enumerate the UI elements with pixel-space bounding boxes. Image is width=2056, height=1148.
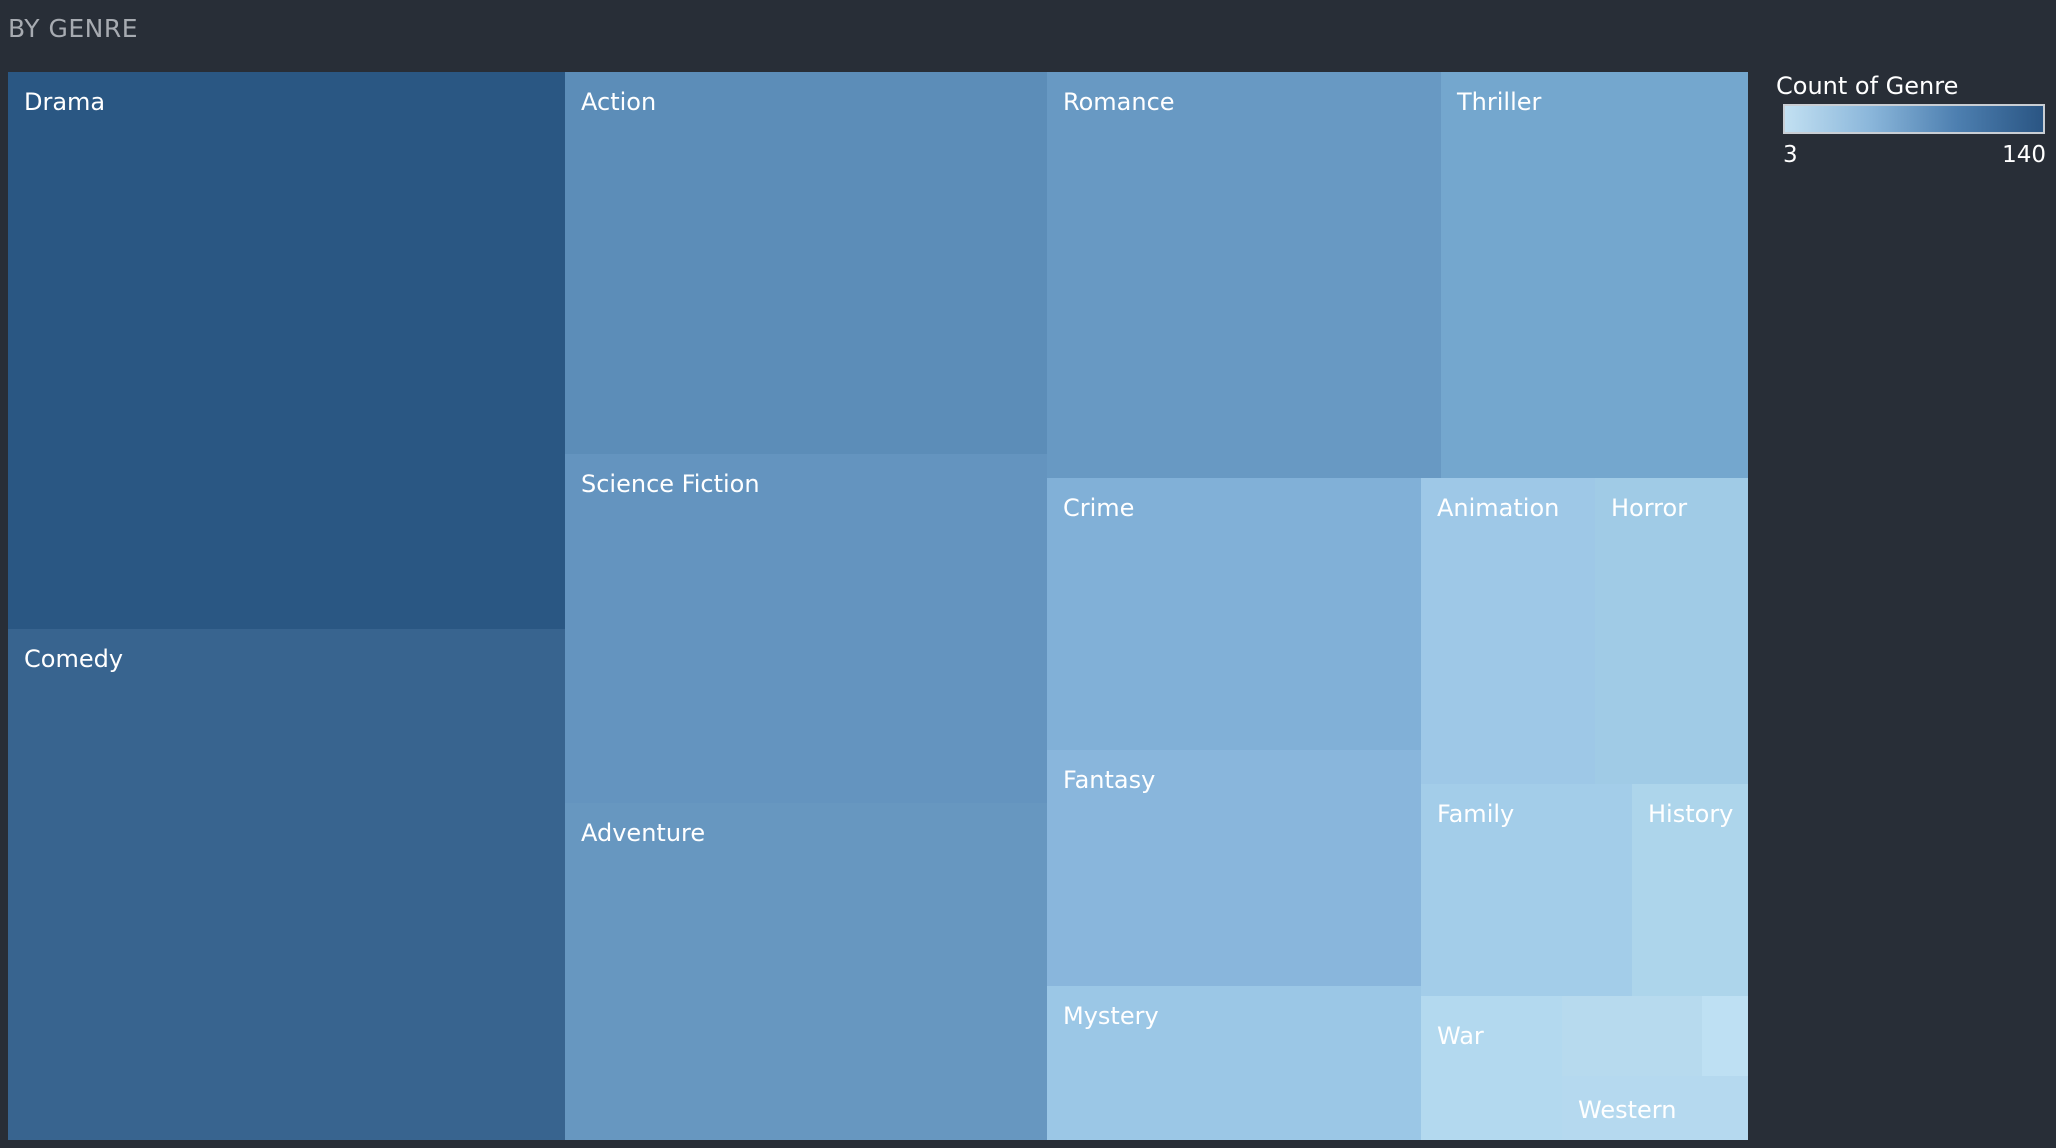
treemap-tile-label: Crime (1063, 494, 1135, 522)
legend-max-label: 140 (2002, 142, 2046, 168)
treemap-tile-label: Science Fiction (581, 470, 760, 498)
treemap-tile-comedy[interactable]: Comedy (8, 629, 565, 1140)
treemap: Drama Comedy Action Science Fiction Adventur… (8, 72, 1748, 1140)
treemap-tile-label: Family (1437, 800, 1515, 828)
treemap-tile-thriller[interactable]: Thriller (1441, 72, 1748, 478)
treemap-tile-animation[interactable]: Animation (1421, 478, 1595, 784)
treemap-tile-western[interactable]: Western (1562, 1076, 1748, 1140)
treemap-tile-drama[interactable]: Drama (8, 72, 565, 629)
treemap-tile-label: Mystery (1063, 1002, 1159, 1030)
treemap-tile-family[interactable]: Family (1421, 784, 1632, 996)
treemap-tile-action[interactable]: Action (565, 72, 1047, 454)
treemap-tile-label: Animation (1437, 494, 1560, 522)
treemap-tile-label: Romance (1063, 88, 1175, 116)
treemap-tile-fantasy[interactable]: Fantasy (1047, 750, 1421, 986)
treemap-tile-history[interactable]: History (1632, 784, 1748, 996)
legend-title: Count of Genre (1776, 72, 1959, 100)
treemap-tile-horror[interactable]: Horror (1595, 478, 1748, 784)
treemap-tile-unlabeled-17[interactable] (1702, 996, 1748, 1076)
treemap-tile-adventure[interactable]: Adventure (565, 803, 1047, 1140)
treemap-tile-mystery[interactable]: Mystery (1047, 986, 1421, 1140)
treemap-tile-war[interactable]: War (1421, 996, 1562, 1140)
treemap-tile-label: Fantasy (1063, 766, 1156, 794)
treemap-tile-label: Thriller (1457, 88, 1542, 116)
treemap-tile-label: Western (1578, 1096, 1677, 1124)
treemap-tile-unlabeled-15[interactable] (1562, 996, 1702, 1076)
treemap-tile-label: History (1648, 800, 1734, 828)
treemap-tile-label: Action (581, 88, 657, 116)
legend-min-label: 3 (1783, 142, 1798, 168)
treemap-tile-label: Comedy (24, 645, 124, 673)
treemap-tile-crime[interactable]: Crime (1047, 478, 1421, 750)
treemap-tile-label: Adventure (581, 819, 706, 847)
treemap-tile-romance[interactable]: Romance (1047, 72, 1441, 478)
chart-title: BY GENRE (8, 14, 139, 43)
legend-color-bar (1783, 104, 2045, 134)
treemap-tile-label: War (1437, 1022, 1484, 1050)
treemap-tile-label: Horror (1611, 494, 1688, 522)
treemap-tile-science-fiction[interactable]: Science Fiction (565, 454, 1047, 803)
treemap-tile-label: Drama (24, 88, 106, 116)
